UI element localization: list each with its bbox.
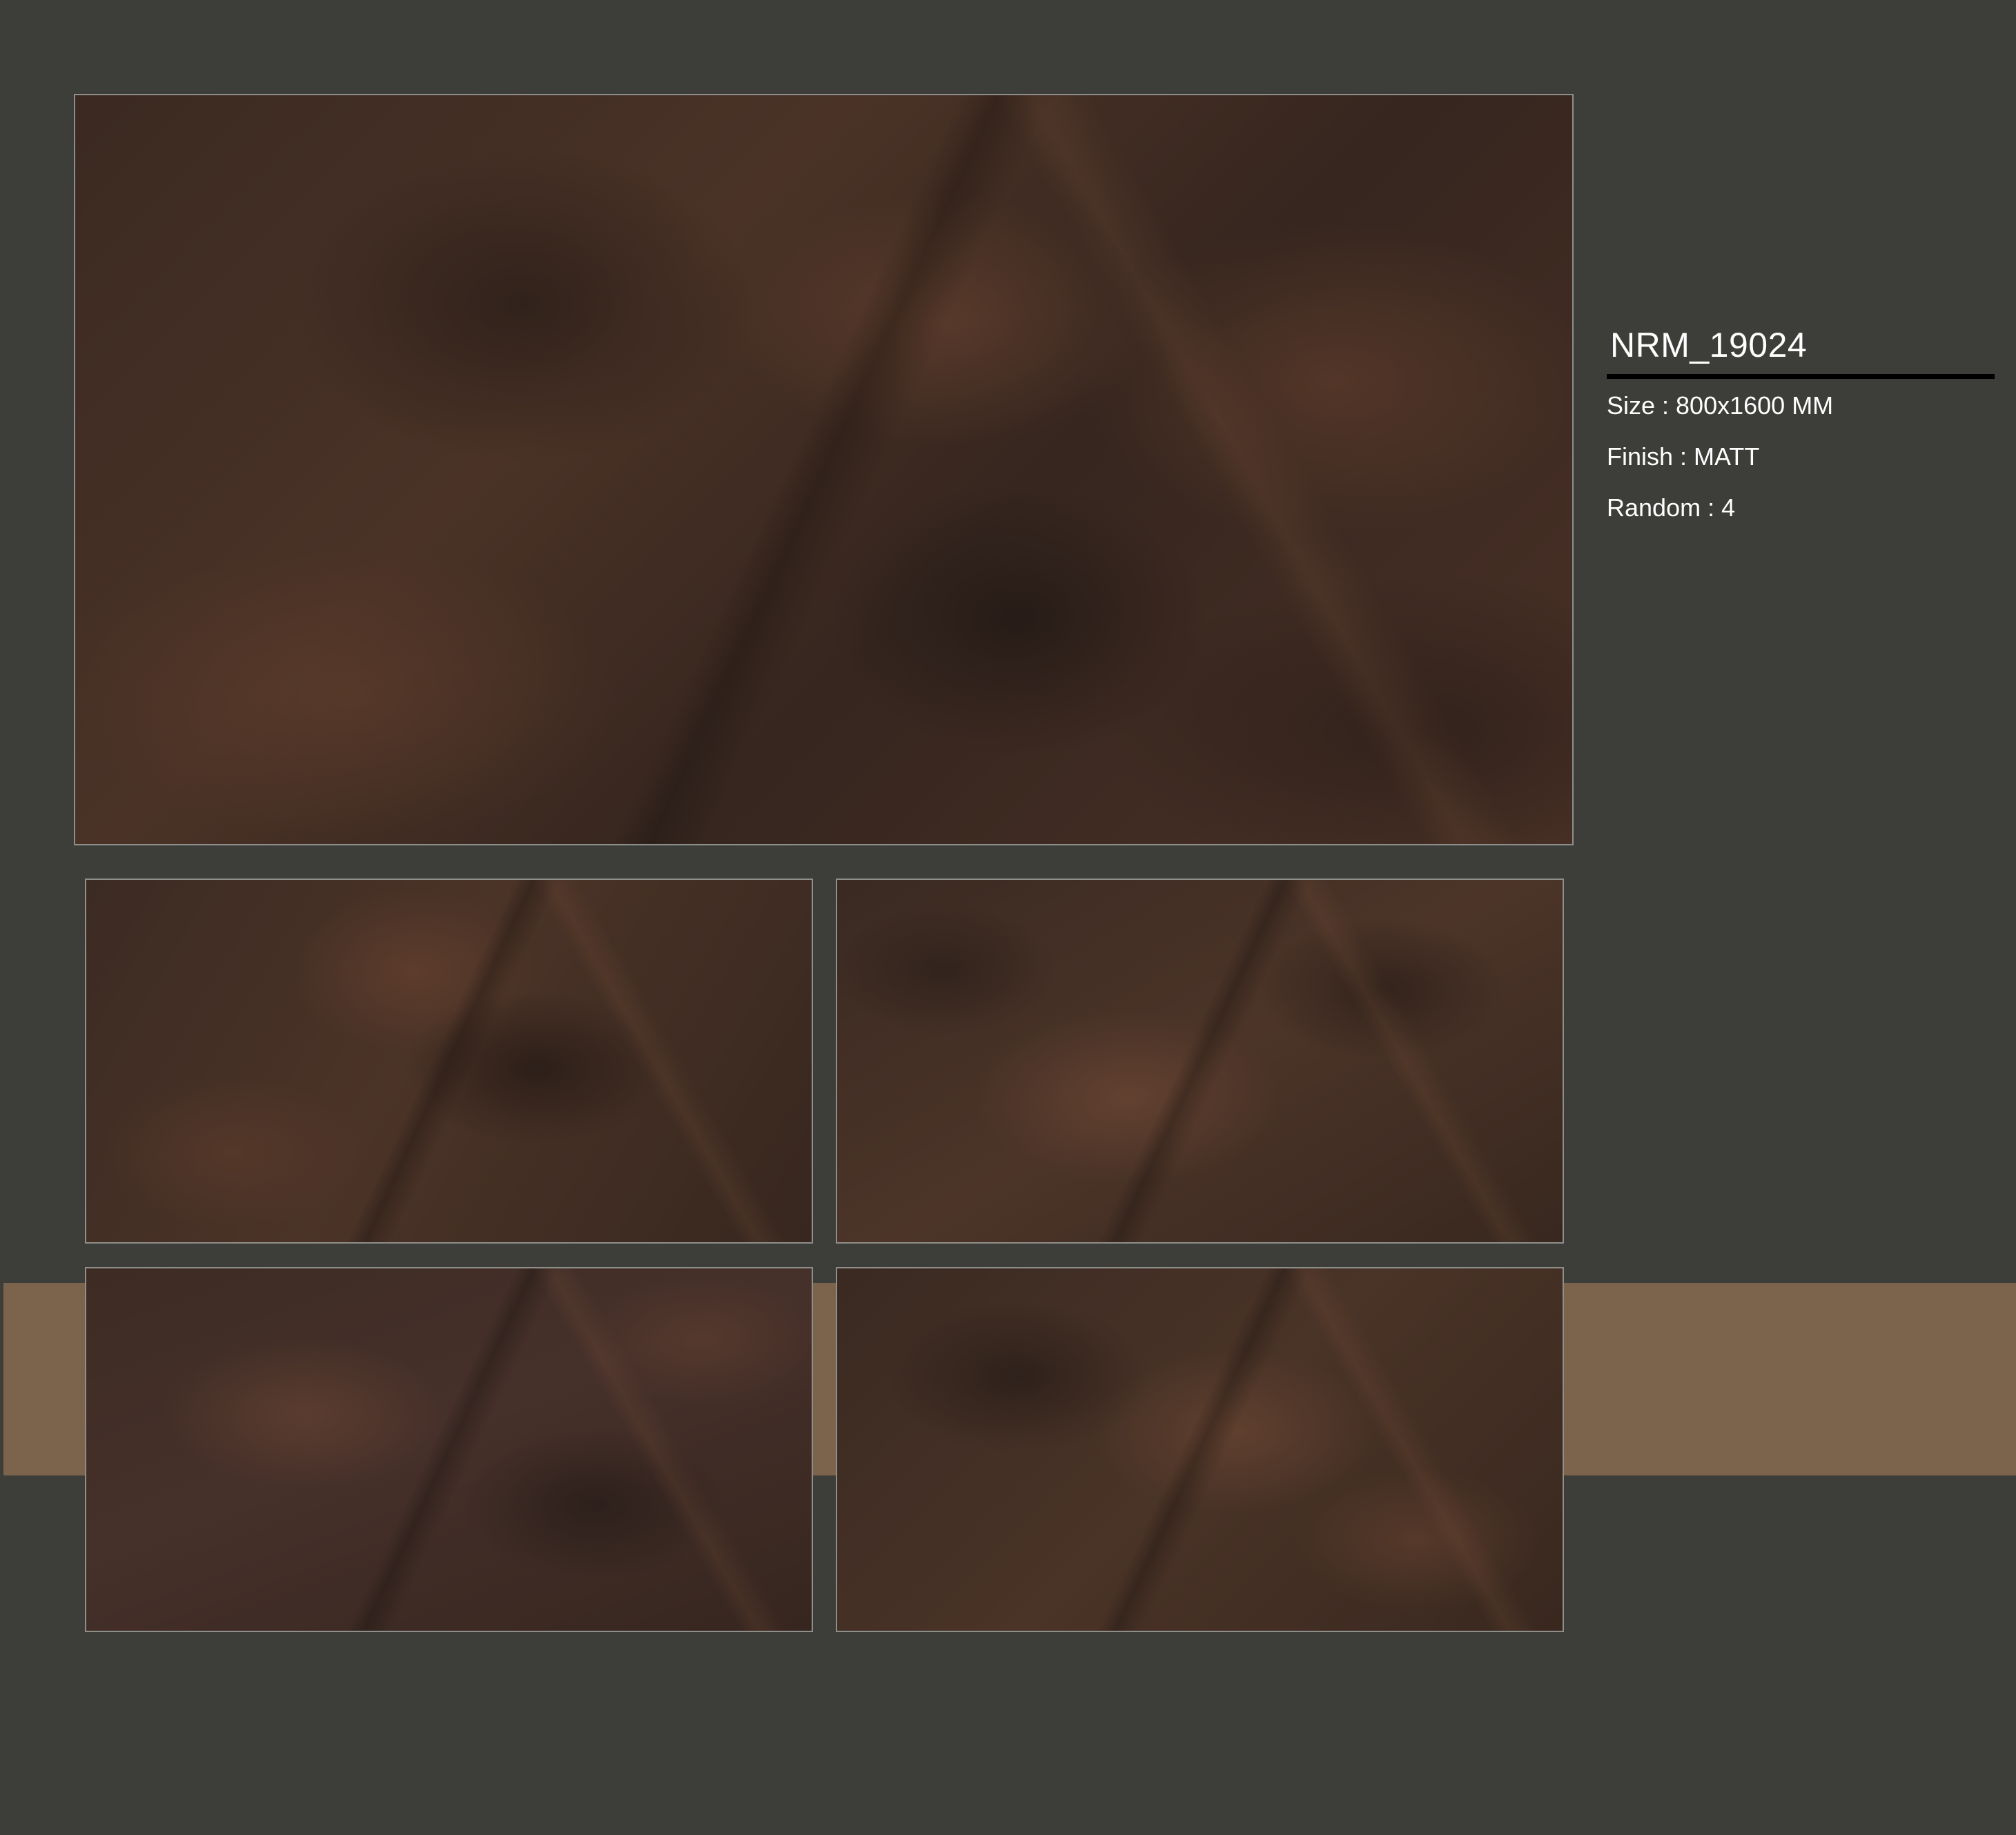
spec-random: Random : 4 — [1607, 493, 1736, 522]
marble-texture — [86, 880, 812, 1242]
marble-texture — [837, 1268, 1563, 1631]
marble-texture — [75, 95, 1572, 844]
product-info-panel: NRM_19024 Size : 800x1600 MM Finish : MA… — [1607, 324, 1995, 544]
tile-full-view-image — [74, 94, 1574, 845]
tile-variation-image-2 — [836, 879, 1564, 1244]
title-underline — [1607, 374, 1995, 379]
spec-finish: Finish : MATT — [1607, 442, 1760, 471]
tile-variation-image-4 — [836, 1267, 1564, 1632]
marble-texture — [86, 1268, 812, 1631]
product-code: NRM_19024 — [1610, 326, 1808, 364]
spec-size: Size : 800x1600 MM — [1607, 391, 1834, 420]
marble-texture — [837, 880, 1563, 1242]
tile-variation-image-1 — [85, 879, 813, 1244]
tile-variation-image-3 — [85, 1267, 813, 1632]
